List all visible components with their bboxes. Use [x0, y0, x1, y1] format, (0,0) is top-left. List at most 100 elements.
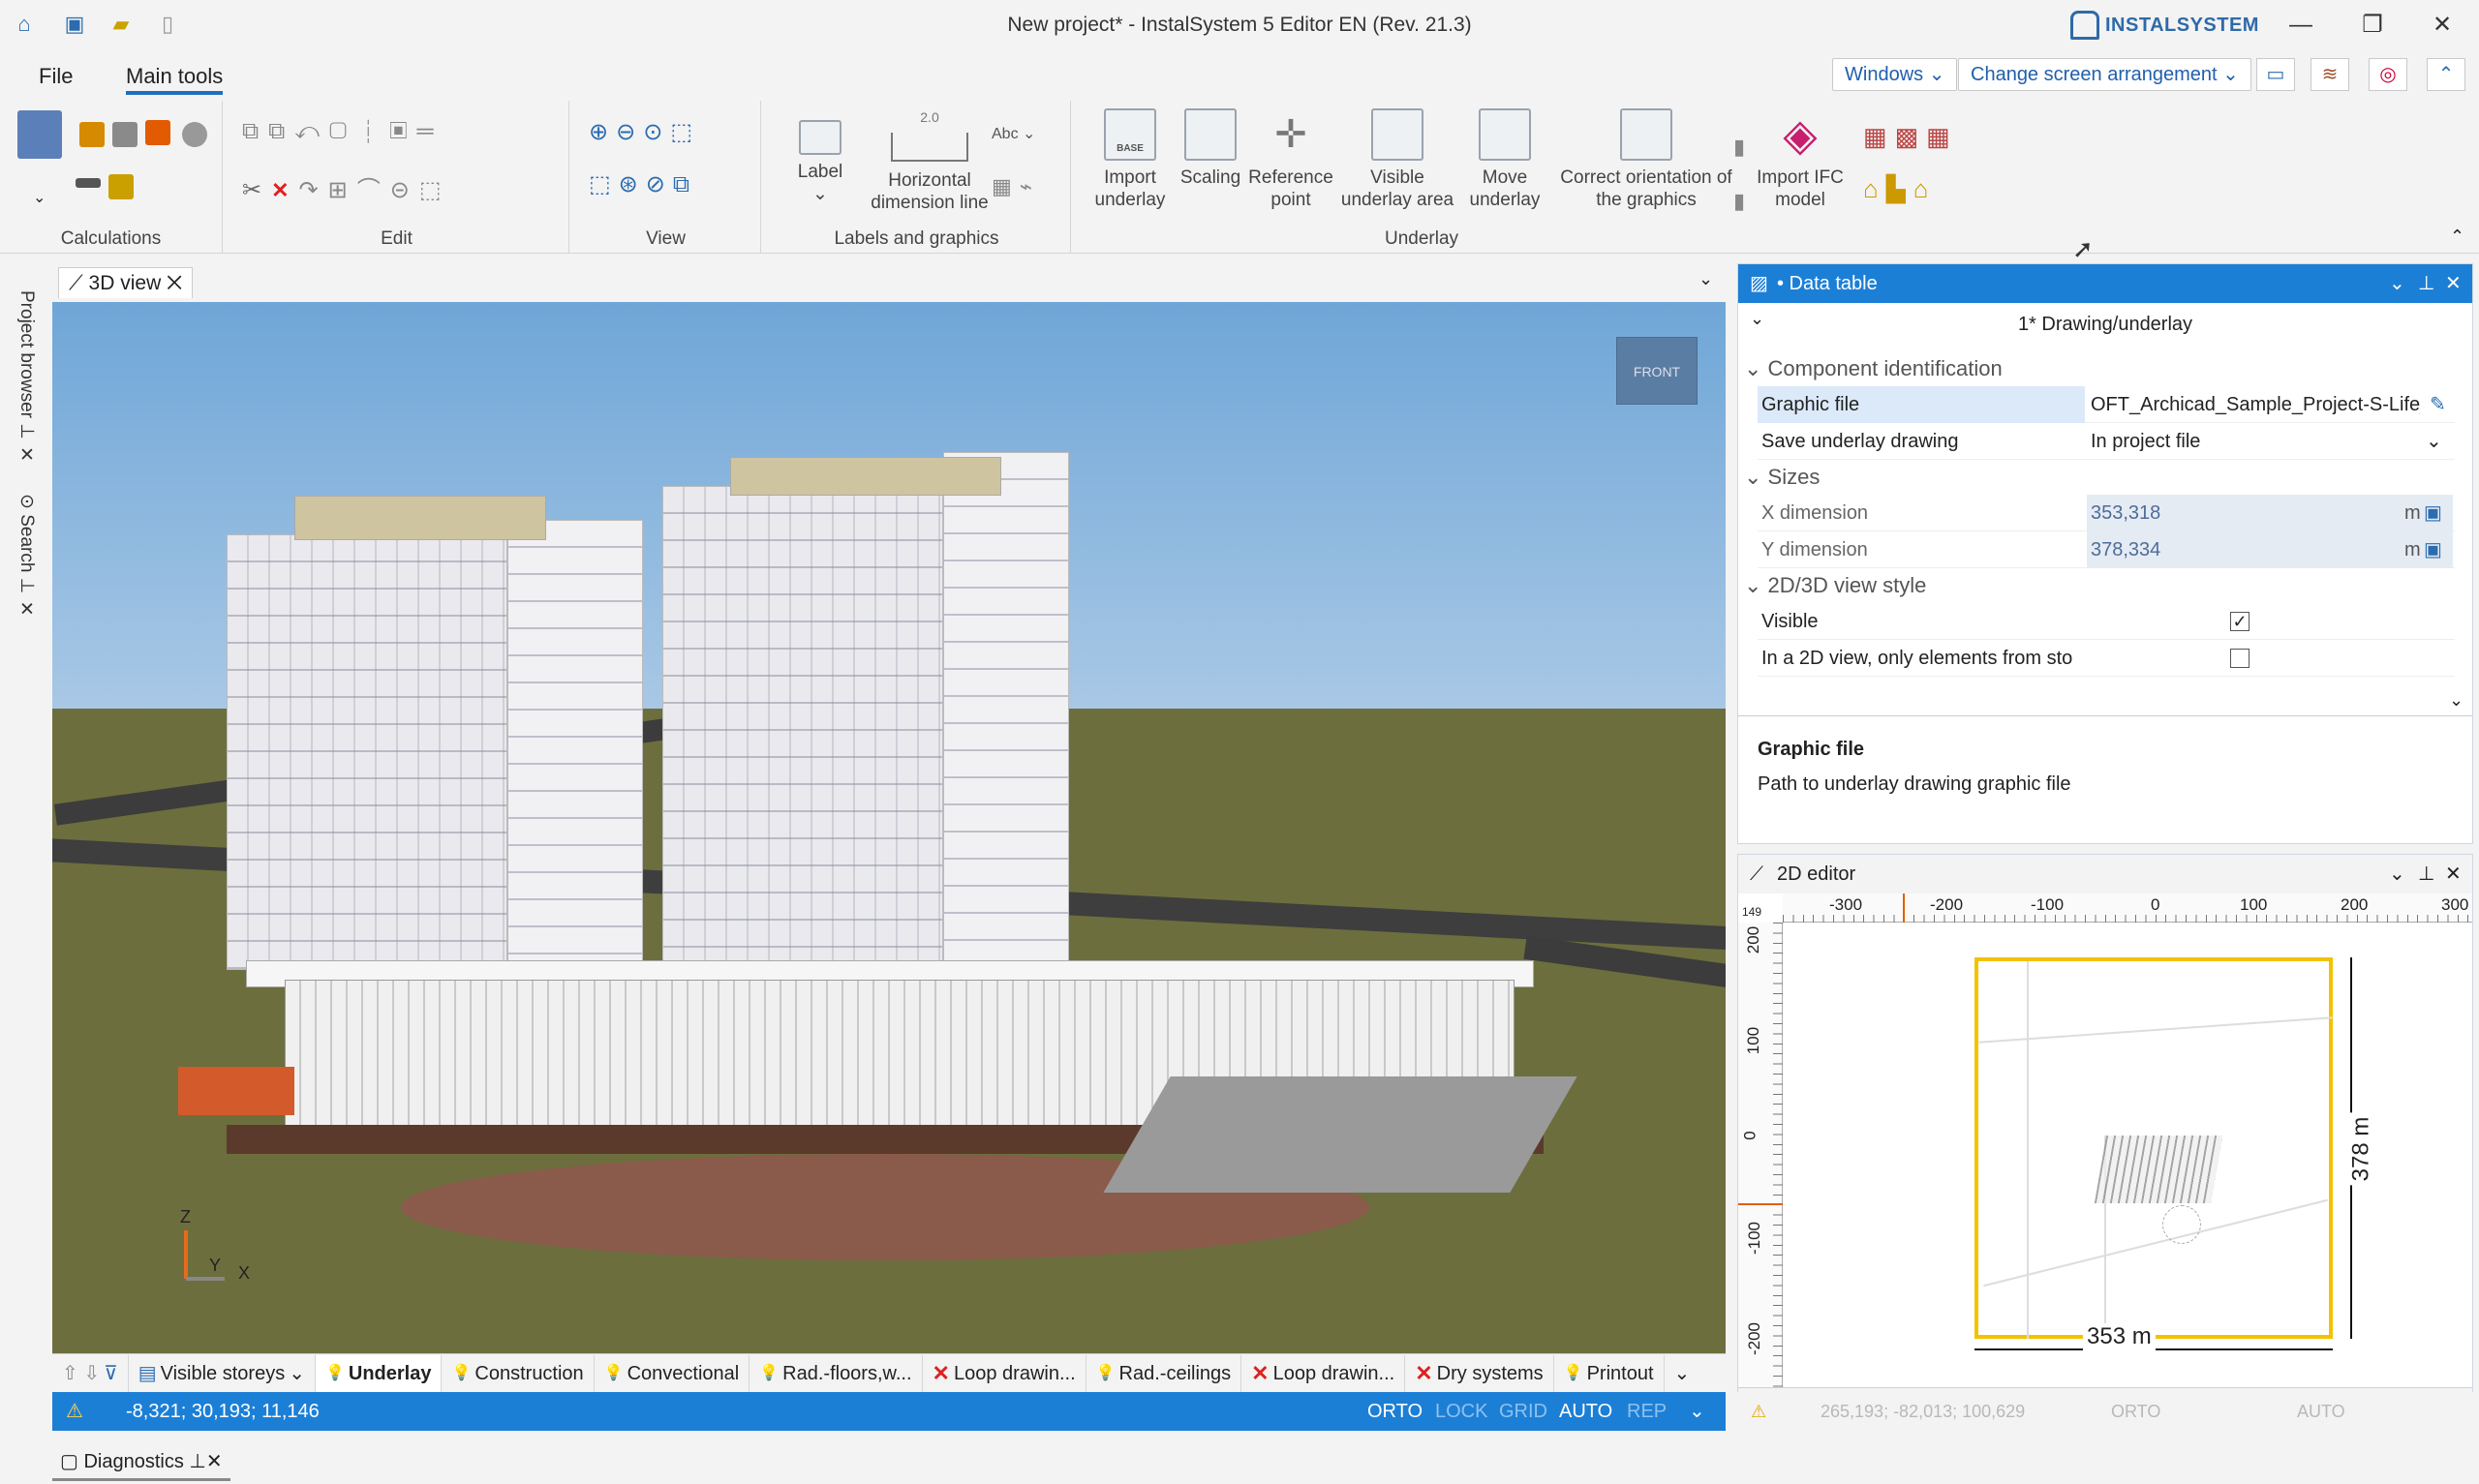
section-component-identification[interactable]: ⌄ Component identification: [1738, 351, 2455, 386]
building-icon[interactable]: [79, 122, 105, 147]
chevron-down-icon[interactable]: ⌄: [2426, 423, 2442, 460]
close-icon[interactable]: ✕: [2445, 264, 2462, 303]
drop-icon[interactable]: [182, 122, 207, 147]
edit-tools-row2[interactable]: ✂✕↷⊞⌒⊝⬚: [242, 170, 451, 204]
factory-icon[interactable]: [112, 122, 138, 147]
chevron-down-icon[interactable]: ⌄: [2389, 855, 2405, 893]
calc-icon[interactable]: ▣: [2424, 495, 2442, 531]
row-graphic-file[interactable]: Graphic file OFT_Archicad_Sample_Project…: [1758, 386, 2455, 423]
warning-icon[interactable]: ⚠: [1751, 1392, 1766, 1431]
rep-toggle[interactable]: REP: [1627, 1392, 1667, 1431]
chevron-up-icon[interactable]: ⌃: [2450, 227, 2464, 247]
minimize-button[interactable]: —: [2272, 6, 2330, 45]
close-button[interactable]: ✕: [2413, 6, 2471, 45]
calculator-icon[interactable]: [17, 110, 62, 159]
section-view-style[interactable]: ⌄ 2D/3D view style: [1738, 568, 2455, 603]
chevron-down-icon[interactable]: ⌄: [2449, 690, 2464, 711]
row-visible[interactable]: Visible ✓: [1758, 603, 2455, 640]
visible-underlay-area-button[interactable]: Visible underlay area: [1334, 108, 1460, 211]
close-icon[interactable]: ✕: [16, 599, 37, 621]
text-style-button[interactable]: Abc ⌄: [992, 124, 1035, 143]
table-icon[interactable]: ▦⌁: [992, 174, 1040, 199]
layer-tab-loop-drawing-2[interactable]: ✕ Loop drawin...: [1241, 1354, 1406, 1392]
pin-icon[interactable]: ⊥: [16, 423, 37, 439]
visible-checkbox[interactable]: ✓: [2230, 612, 2249, 631]
menu-file[interactable]: File: [39, 58, 73, 95]
model-tools-row1[interactable]: ▦▩▦: [1863, 122, 1958, 152]
import-ifc-button[interactable]: ◈ Import IFC model: [1757, 108, 1844, 211]
close-icon[interactable]: ✕: [167, 272, 182, 294]
layer-tab-convectional[interactable]: 💡 Convectional: [595, 1354, 750, 1392]
tab-diagnostics[interactable]: ▢ Diagnostics ⊥✕: [52, 1442, 230, 1481]
pin-icon[interactable]: ⊥: [189, 1451, 205, 1472]
graphic-file-value[interactable]: OFT_Archicad_Sample_Project-S-Life_E: [2087, 386, 2420, 423]
section-sizes[interactable]: ⌄ Sizes: [1738, 460, 2455, 495]
visible-storeys-dropdown[interactable]: ▤ Visible storeys ⌄: [129, 1354, 316, 1392]
layer-tab-dry-systems[interactable]: ✕ Dry systems: [1405, 1354, 1554, 1392]
layer-tab-rad-ceilings[interactable]: 💡 Rad.-ceilings: [1086, 1354, 1242, 1392]
layer-scroll-buttons[interactable]: ⇧ ⇩ ⊽: [52, 1354, 129, 1392]
collapse-ribbon-icon[interactable]: ⌃: [2427, 58, 2465, 91]
chevron-down-icon[interactable]: ⌄: [2389, 264, 2405, 303]
tab-search[interactable]: ⊙ Search ⊥ ✕: [8, 494, 37, 621]
restore-button[interactable]: ❐: [2343, 6, 2402, 45]
layers-icon[interactable]: ≋: [2311, 58, 2349, 91]
heat-icon[interactable]: [145, 120, 170, 145]
save-underlay-select[interactable]: In project file: [2087, 423, 2453, 460]
zoom-tools-row2[interactable]: ⬚⊛⊘⧉: [589, 170, 697, 198]
import-underlay-button[interactable]: BASE Import underlay: [1079, 108, 1181, 211]
scaling-button[interactable]: Scaling: [1172, 108, 1249, 189]
row-only-elements[interactable]: In a 2D view, only elements from sto: [1758, 640, 2455, 677]
tab-project-browser[interactable]: Project browser ⊥ ✕: [8, 290, 37, 466]
editor2d-canvas[interactable]: 353 m 378 m: [1783, 923, 2472, 1387]
drop-icon[interactable]: ◎: [2369, 58, 2407, 91]
editor2d-orto[interactable]: ORTO: [2111, 1392, 2160, 1431]
edit-tools-row1[interactable]: ⧉⧉↶▢┆▣═: [242, 118, 443, 145]
model-tools-row2[interactable]: ⌂▙⌂: [1863, 174, 1936, 204]
y-dimension-value[interactable]: 378,334: [2087, 531, 2453, 568]
monitor-icon[interactable]: ▭: [2256, 58, 2295, 91]
lock-toggle[interactable]: LOCK: [1435, 1392, 1487, 1431]
grid-toggle[interactable]: GRID: [1499, 1392, 1547, 1431]
underlay-side-tools[interactable]: ▮ ▮: [1733, 120, 1745, 228]
layer-tab-underlay[interactable]: 💡 Underlay: [315, 1354, 443, 1392]
layer-tab-rad-floors[interactable]: 💡 Rad.-floors,w...: [750, 1354, 923, 1392]
x-dimension-value[interactable]: 353,318: [2087, 495, 2453, 531]
chevron-down-icon[interactable]: ⌄: [33, 188, 46, 207]
close-icon[interactable]: ✕: [2445, 855, 2462, 893]
layer-tab-construction[interactable]: 💡 Construction: [442, 1354, 595, 1392]
calc-icon[interactable]: ▣: [2424, 531, 2442, 568]
report-icon[interactable]: [108, 174, 134, 199]
change-screen-arrangement-dropdown[interactable]: Change screen arrangement ⌄: [1958, 58, 2251, 91]
horizontal-dimension-line-button[interactable]: 2.0 Horizontal dimension line: [852, 106, 1007, 214]
auto-toggle[interactable]: AUTO: [1559, 1392, 1612, 1431]
row-x-dimension[interactable]: X dimension 353,318 m ▣: [1758, 495, 2455, 531]
correct-orientation-button[interactable]: Correct orientation of the graphics: [1551, 108, 1741, 211]
pin-icon[interactable]: ⊥: [16, 578, 37, 594]
layer-tab-printout[interactable]: 💡 Printout: [1554, 1354, 1665, 1392]
move-underlay-button[interactable]: Move underlay: [1456, 108, 1553, 211]
zoom-tools-row1[interactable]: ⊕⊖⊙⬚: [589, 118, 700, 146]
view-cube[interactable]: FRONT: [1616, 337, 1698, 405]
view3d-canvas[interactable]: FRONT Z Y X: [52, 302, 1726, 1353]
row-y-dimension[interactable]: Y dimension 378,334 m ▣: [1758, 531, 2455, 568]
only-elements-checkbox[interactable]: [2230, 649, 2249, 668]
tab-main-tools[interactable]: Main tools: [126, 58, 224, 95]
pin-icon[interactable]: ⊥: [2418, 264, 2434, 303]
row-save-underlay[interactable]: Save underlay drawing In project file ⌄: [1758, 423, 2455, 460]
reference-point-button[interactable]: ✛ Reference point: [1240, 108, 1342, 211]
windows-dropdown[interactable]: Windows ⌄: [1832, 58, 1958, 91]
chevron-down-icon[interactable]: ⌄: [1689, 1392, 1705, 1431]
close-icon[interactable]: ✕: [206, 1451, 223, 1472]
label-button[interactable]: Label ⌄: [777, 112, 864, 205]
close-icon[interactable]: ✕: [16, 444, 37, 466]
warning-icon[interactable]: ⚠: [66, 1392, 83, 1431]
tab-3d-view[interactable]: ⟋ 3D view ✕: [58, 267, 194, 298]
orto-toggle[interactable]: ORTO: [1367, 1392, 1423, 1431]
layer-tab-loop-drawing-1[interactable]: ✕ Loop drawin...: [923, 1354, 1086, 1392]
browse-file-icon[interactable]: ✎: [2430, 386, 2446, 423]
pin-icon[interactable]: ⊥: [2418, 855, 2434, 893]
chevron-down-icon[interactable]: ⌄: [1699, 269, 1713, 289]
chevron-down-icon[interactable]: ⌄: [1665, 1355, 1700, 1392]
editor2d-auto[interactable]: AUTO: [2297, 1392, 2345, 1431]
